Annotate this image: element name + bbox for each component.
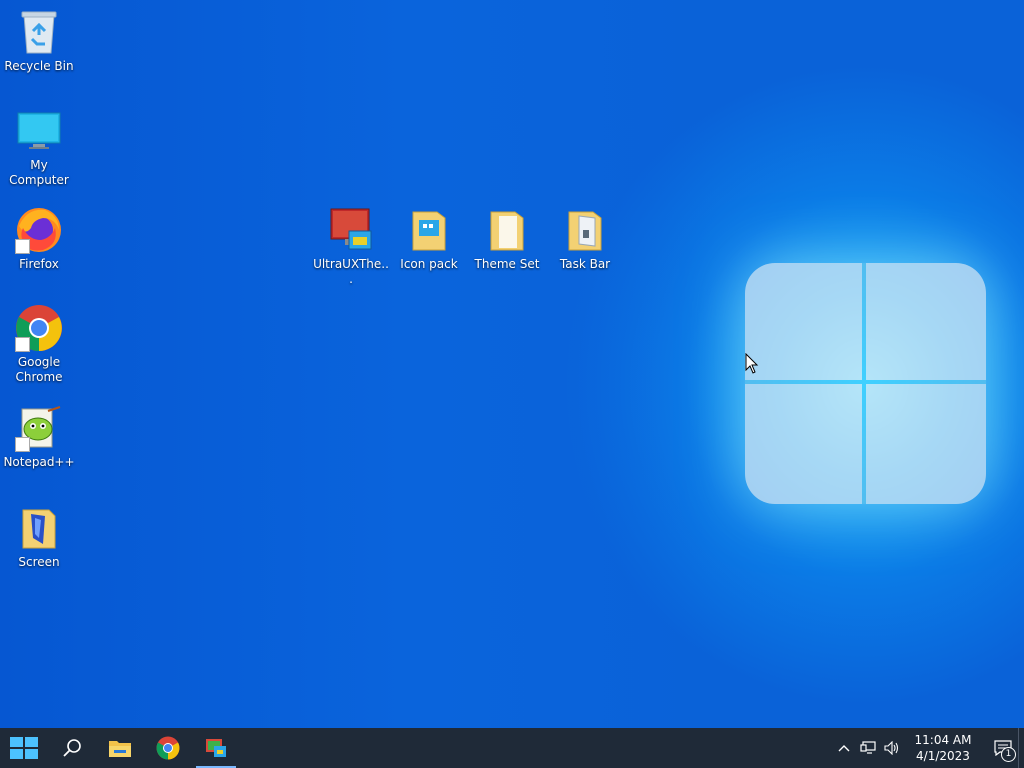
- theme-patcher-icon: [327, 206, 375, 254]
- notification-badge: 1: [1001, 747, 1016, 762]
- chrome-icon: [15, 304, 63, 352]
- mouse-cursor-icon: [745, 353, 759, 374]
- show-desktop-button[interactable]: [1018, 728, 1024, 768]
- desktop-icon-label: Notepad++: [3, 455, 75, 469]
- system-tray: 11:04 AM 4/1/2023 1: [832, 728, 1024, 768]
- app-icon: [206, 739, 226, 757]
- volume-icon: [884, 741, 899, 755]
- desktop-icon-label: My Computer: [9, 158, 69, 187]
- volume-button[interactable]: [880, 728, 904, 768]
- start-icon: [10, 737, 38, 759]
- shortcut-arrow-icon: [15, 239, 30, 254]
- clock-time: 11:04 AM: [914, 733, 972, 747]
- desktop-icon-my-computer[interactable]: My Computer: [0, 107, 78, 188]
- start-button[interactable]: [0, 728, 48, 768]
- chrome-taskbar-button[interactable]: [144, 728, 192, 768]
- desktop-icon-label: Recycle Bin: [4, 59, 74, 73]
- desktop-icon-ultrauxthemepatcher[interactable]: UltraUXThe...: [312, 206, 390, 287]
- monitor-icon: [15, 107, 63, 155]
- desktop-icon-label: Google Chrome: [15, 355, 63, 384]
- file-explorer-icon: [109, 741, 131, 757]
- search-icon: [63, 739, 81, 757]
- chevron-up-icon: [838, 745, 850, 752]
- desktop-icon-label: Screen: [18, 555, 60, 569]
- desktop-icon-label: Theme Set: [474, 257, 540, 271]
- desktop-icon-label: Icon pack: [400, 257, 458, 271]
- recycle-bin-icon: [15, 8, 63, 56]
- desktop-icon-notepad-plus-plus[interactable]: Notepad++: [0, 404, 78, 470]
- search-button[interactable]: [48, 728, 96, 768]
- folder-icon: [15, 504, 63, 552]
- active-app-taskbar-button[interactable]: [192, 728, 240, 768]
- chrome-icon: [156, 736, 180, 760]
- desktop-icon-icon-pack[interactable]: Icon pack: [390, 206, 468, 272]
- notification-center-button[interactable]: 1: [988, 728, 1018, 768]
- shortcut-arrow-icon: [15, 337, 30, 352]
- desktop-icon-label: UltraUXThe...: [313, 257, 389, 286]
- desktop-icon-label: Firefox: [19, 257, 59, 271]
- network-icon: [860, 741, 876, 754]
- desktop-icon-recycle-bin[interactable]: Recycle Bin: [0, 8, 78, 74]
- desktop-icon-theme-set[interactable]: Theme Set: [468, 206, 546, 272]
- desktop-icon-google-chrome[interactable]: Google Chrome: [0, 304, 78, 385]
- notepad-plus-plus-icon: [15, 404, 63, 452]
- logo-divider-horizontal: [745, 380, 986, 384]
- firefox-icon: [15, 206, 63, 254]
- wallpaper-windows-logo: [745, 263, 986, 504]
- clock-date: 4/1/2023: [916, 749, 970, 763]
- desktop-icon-firefox[interactable]: Firefox: [0, 206, 78, 272]
- desktop-icon-screen[interactable]: Screen: [0, 504, 78, 570]
- clock[interactable]: 11:04 AM 4/1/2023: [908, 732, 978, 764]
- folder-icon: [483, 206, 531, 254]
- show-hidden-icons-button[interactable]: [832, 728, 856, 768]
- folder-icon: [405, 206, 453, 254]
- folder-icon: [561, 206, 609, 254]
- network-button[interactable]: [856, 728, 880, 768]
- shortcut-arrow-icon: [15, 437, 30, 452]
- file-explorer-button[interactable]: [96, 728, 144, 768]
- desktop: Recycle Bin My Computer Firefox Google C…: [0, 0, 1024, 728]
- desktop-icon-label: Task Bar: [559, 257, 611, 271]
- taskbar: 11:04 AM 4/1/2023 1: [0, 728, 1024, 768]
- desktop-icon-task-bar[interactable]: Task Bar: [546, 206, 624, 272]
